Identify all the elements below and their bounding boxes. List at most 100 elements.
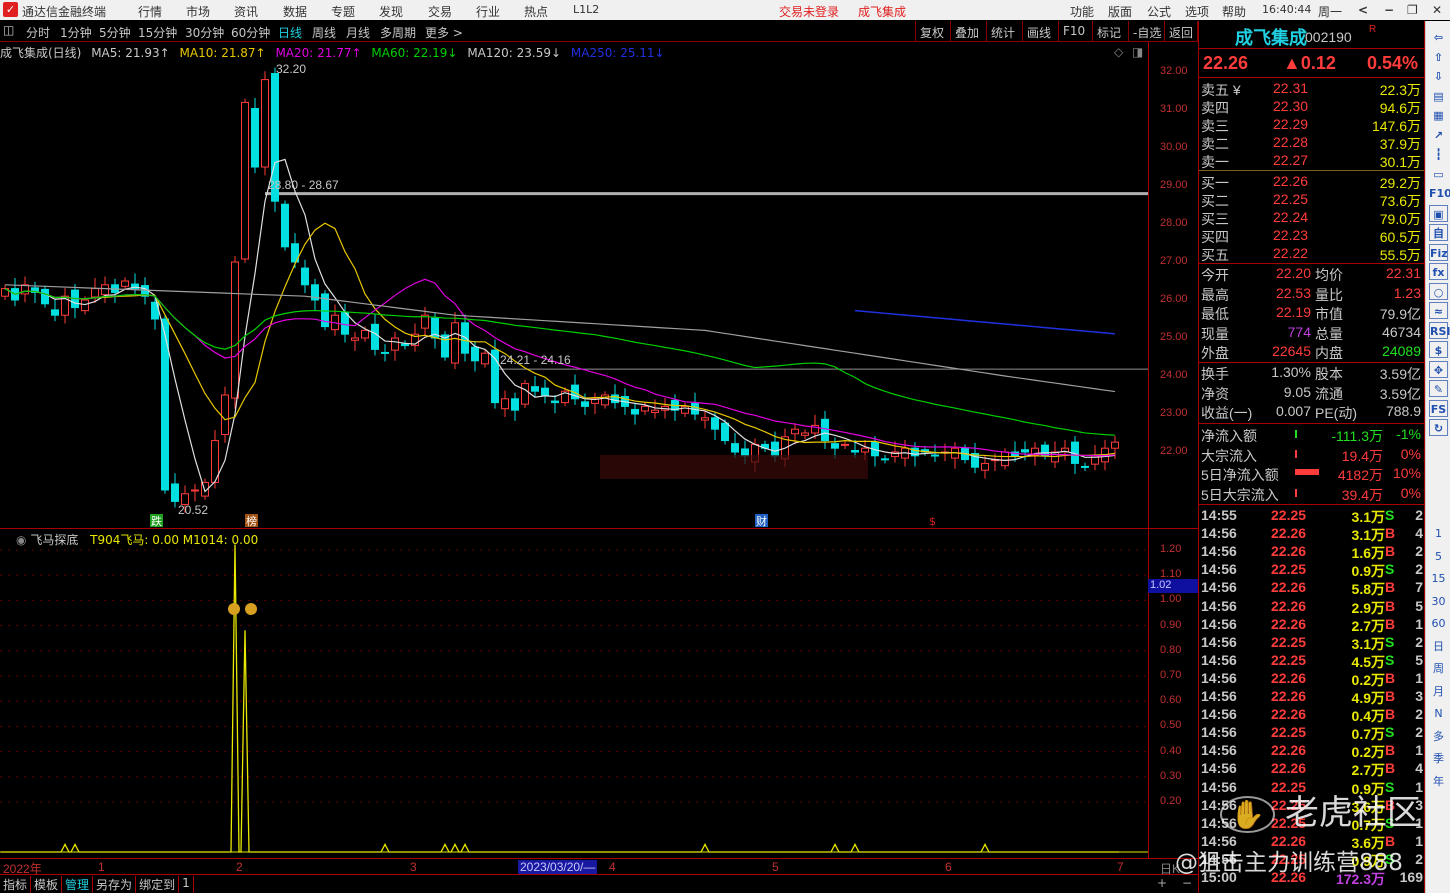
toolbar-icon-4-icon[interactable]: ▦ [1429, 107, 1448, 124]
ask-row[interactable]: 卖五 ¥22.31 22.3万 [1199, 79, 1424, 98]
period-60min[interactable]: 60分钟 [231, 24, 270, 41]
zoom-in-button[interactable]: + [1157, 876, 1167, 890]
period-shortcut-3[interactable]: 30 [1429, 593, 1448, 610]
period-multi[interactable]: 多周期 [380, 24, 416, 41]
watchlist-remove-button[interactable]: -自选 [1128, 21, 1165, 42]
tab-1[interactable]: 1 [179, 876, 194, 893]
tab-indicator[interactable]: 指标 [0, 876, 32, 893]
period-shortcut-8[interactable]: N [1429, 705, 1448, 722]
menu-faxian[interactable]: 发现 [379, 3, 403, 20]
period-shortcut-10[interactable]: 季 [1429, 750, 1448, 767]
toolbar-icon-12-icon[interactable]: fx [1429, 263, 1448, 280]
toolbar-icon-9-icon[interactable]: ▣ [1429, 204, 1448, 222]
tab-bind-to[interactable]: 绑定到 [136, 876, 180, 893]
menu-shuju[interactable]: 数据 [283, 3, 307, 20]
period-fenshi[interactable]: 分时 [26, 24, 50, 41]
ask-row[interactable]: 卖三 22.29 147.6万 [1199, 115, 1424, 134]
stat-label: 内盘 [1315, 345, 1343, 361]
period-weekly[interactable]: 周线 [312, 24, 336, 41]
toolbar-icon-8-icon[interactable]: F10 [1429, 185, 1450, 202]
fuquan-button[interactable]: 复权 [915, 21, 948, 42]
tick-row: 14:56 22.26 1.6万 B 2 [1199, 542, 1424, 561]
kline-chart[interactable]: 32.20 28.80 - 28.67 24.21 - 24.16 20.52 跌 榜 财 $ [0, 42, 1148, 858]
toolbar-icon-2-icon[interactable]: ⇩ [1429, 68, 1448, 85]
ask-row[interactable]: 卖四 22.30 94.6万 [1199, 97, 1424, 116]
period-shortcut-6[interactable]: 周 [1429, 660, 1448, 677]
f10-button[interactable]: F10 [1058, 21, 1089, 42]
toolbar-icon-3-icon[interactable]: ▤ [1429, 88, 1448, 105]
zoom-out-button[interactable]: − [1182, 876, 1192, 890]
tick-row: 14:56 22.25 4.5万 S 5 [1199, 651, 1424, 670]
tab-save-as[interactable]: 另存为 [93, 876, 137, 893]
bid-row[interactable]: 买五 22.22 55.5万 [1199, 244, 1424, 263]
tick-price: 22.26 [1271, 669, 1307, 686]
toolbar-icon-14-icon[interactable]: ≈ [1429, 302, 1448, 319]
bid-row[interactable]: 买四 22.23 60.5万 [1199, 226, 1424, 245]
toolbar-icon-20-icon[interactable]: ↻ [1429, 419, 1448, 436]
candle-body [351, 337, 359, 341]
menu-gongshi[interactable]: 公式 [1147, 3, 1171, 20]
toolbar-icon-0-icon[interactable]: ⇦ [1429, 29, 1448, 46]
menu-hangye[interactable]: 行业 [476, 3, 500, 20]
toolbar-icon-1-icon[interactable]: ⇧ [1429, 49, 1448, 66]
period-shortcut-7[interactable]: 月 [1429, 683, 1448, 700]
candle-body [1021, 449, 1029, 453]
period-shortcut-1[interactable]: 5 [1429, 548, 1448, 565]
period-daily[interactable]: 日线 [278, 24, 302, 41]
menu-bangzhu[interactable]: 帮助 [1222, 3, 1246, 20]
period-shortcut-9[interactable]: 多 [1429, 728, 1448, 745]
menu-hangqing[interactable]: 行情 [138, 3, 162, 20]
menu-redian[interactable]: 热点 [524, 3, 548, 20]
indicator-toggle-icon[interactable]: ◉ [16, 533, 26, 547]
ask-row[interactable]: 卖一 22.27 30.1万 [1199, 151, 1424, 170]
period-5min[interactable]: 5分钟 [99, 24, 131, 41]
bid-row[interactable]: 买一 22.26 29.2万 [1199, 172, 1424, 191]
toolbar-icon-7-icon[interactable]: ▭ [1429, 166, 1448, 183]
menu-xuanxiang[interactable]: 选项 [1185, 3, 1209, 20]
mark-button[interactable]: 标记 [1092, 21, 1125, 42]
period-shortcut-4[interactable]: 60 [1429, 615, 1448, 632]
toolbar-icon-6-icon[interactable]: ┇ [1429, 146, 1448, 163]
period-30min[interactable]: 30分钟 [185, 24, 224, 41]
period-1min[interactable]: 1分钟 [60, 24, 92, 41]
restore-icon[interactable]: ❐ [1407, 3, 1418, 17]
toolbar-icon-13-icon[interactable]: ○ [1429, 282, 1448, 300]
period-shortcut-2[interactable]: 15 [1429, 570, 1448, 587]
candle [881, 455, 889, 464]
toolbar-icon-5-icon[interactable]: ↗ [1429, 127, 1448, 144]
toolbar-icon-10-icon[interactable]: 自 [1429, 224, 1448, 241]
toolbar-icon-17-icon[interactable]: ✥ [1429, 360, 1448, 378]
period-15min[interactable]: 15分钟 [138, 24, 177, 41]
stats-button[interactable]: 统计 [986, 21, 1019, 42]
tab-manage[interactable]: 管理 [62, 876, 94, 893]
period-more[interactable]: 更多 > [425, 24, 463, 41]
menu-zixun[interactable]: 资讯 [234, 3, 258, 20]
toolbar-icon-19-icon[interactable]: FS [1429, 399, 1448, 417]
bid-row[interactable]: 买三 22.24 79.0万 [1199, 208, 1424, 227]
back-nav-icon[interactable]: < [1358, 3, 1368, 17]
login-status[interactable]: 交易未登录 [779, 3, 839, 20]
menu-shichang[interactable]: 市场 [186, 3, 210, 20]
back-button[interactable]: 返回 [1164, 21, 1198, 42]
tab-template[interactable]: 模板 [31, 876, 63, 893]
panel-toggle-icon[interactable]: ◫ [3, 23, 14, 37]
toolbar-icon-15-icon[interactable]: RSI [1429, 321, 1450, 339]
bid-row[interactable]: 买二 22.25 73.6万 [1199, 190, 1424, 209]
period-shortcut-11[interactable]: 年 [1429, 773, 1448, 790]
menu-l1l2[interactable]: L1L2 [573, 3, 599, 16]
ask-row[interactable]: 卖二 22.28 37.9万 [1199, 133, 1424, 152]
toolbar-icon-11-icon[interactable]: Fiz [1429, 243, 1448, 261]
close-icon[interactable]: ✕ [1432, 3, 1442, 17]
menu-gongneng[interactable]: 功能 [1070, 3, 1094, 20]
overlay-button[interactable]: 叠加 [950, 21, 983, 42]
toolbar-icon-18-icon[interactable]: ✎ [1429, 380, 1448, 397]
draw-button[interactable]: 画线 [1022, 21, 1055, 42]
period-shortcut-5[interactable]: 日 [1429, 638, 1448, 655]
menu-banmian[interactable]: 版面 [1108, 3, 1132, 20]
minimize-icon[interactable]: − [1384, 3, 1394, 17]
period-shortcut-0[interactable]: 1 [1429, 525, 1448, 542]
toolbar-icon-16-icon[interactable]: $ [1429, 341, 1448, 358]
menu-zhuanti[interactable]: 专题 [331, 3, 355, 20]
period-monthly[interactable]: 月线 [346, 24, 370, 41]
menu-jiaoyi[interactable]: 交易 [428, 3, 452, 20]
